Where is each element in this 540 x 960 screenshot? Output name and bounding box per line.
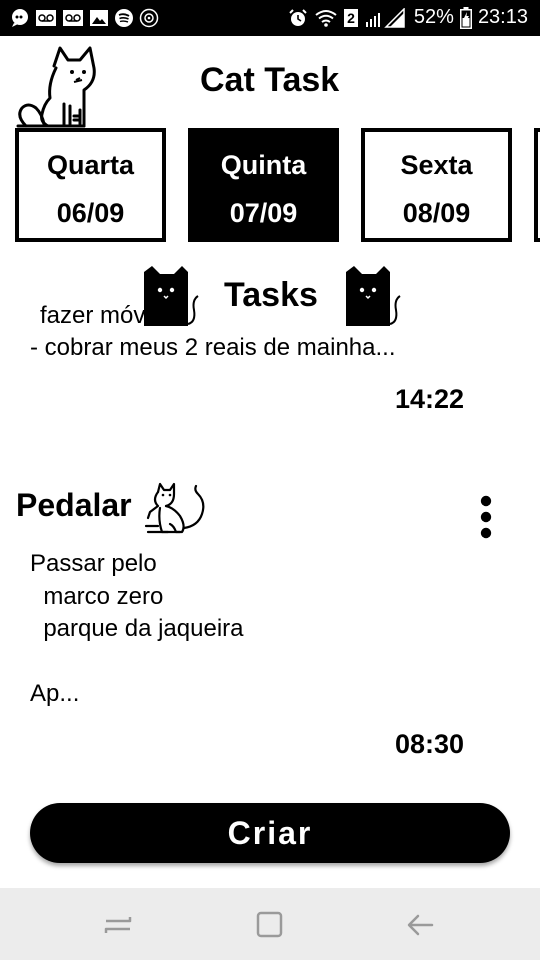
system-status: 2 52% 23:13 — [288, 6, 528, 29]
spotify-icon — [115, 9, 133, 27]
navigation-bar — [0, 888, 540, 960]
day-card-quinta[interactable]: Quinta 07/09 — [188, 128, 339, 242]
back-button[interactable] — [400, 908, 444, 942]
app-header: Cat Task — [0, 36, 540, 128]
day-name: Quinta — [220, 150, 307, 180]
image-icon — [90, 10, 108, 26]
more-options-button[interactable] — [472, 494, 500, 540]
voicemail-icon — [63, 10, 83, 26]
tasks-title: Tasks — [224, 276, 318, 315]
tasks-header: Tasks — [0, 250, 540, 330]
battery-percent: 52% — [413, 6, 454, 28]
wifi-icon — [315, 9, 337, 27]
day-card-sexta[interactable]: Sexta 08/09 — [361, 128, 512, 242]
task-body: Passar pelo marco zero parque da jaqueir… — [30, 550, 244, 707]
sitting-cat-logo-icon — [16, 46, 96, 128]
sync-icon — [139, 8, 159, 28]
task-title[interactable]: Pedalar — [16, 487, 132, 524]
status-bar: 2 52% 23:13 — [0, 0, 540, 36]
task-time: 08:30 — [394, 729, 464, 759]
day-name: Quarta — [46, 150, 135, 180]
day-card-quarta[interactable]: Quarta 06/09 — [15, 128, 166, 242]
app-title: Cat Task — [200, 61, 340, 99]
task-time: 14:22 — [394, 384, 464, 414]
notification-icons — [10, 8, 159, 28]
day-date: 08/09 — [402, 198, 471, 228]
clock: 23:13 — [477, 6, 528, 28]
recents-icon — [104, 917, 132, 933]
more-vert-icon — [480, 495, 492, 539]
signal-icon — [365, 7, 405, 28]
sim-badge: 2 — [344, 8, 358, 27]
playing-cat-icon — [144, 482, 205, 534]
day-name: Sexta — [400, 150, 473, 180]
voicemail-icon — [36, 10, 56, 26]
day-card-next[interactable] — [534, 128, 540, 242]
home-button[interactable] — [248, 906, 292, 944]
back-icon — [407, 914, 434, 936]
black-cat-icon — [144, 266, 199, 326]
create-task-button[interactable]: Criar — [30, 803, 510, 863]
battery-icon — [459, 6, 472, 29]
task-list[interactable]: fazer móvel; - cobrar meus 2 reais de ma… — [0, 250, 540, 890]
task-body: - cobrar meus 2 reais de mainha... — [30, 334, 396, 361]
day-date: 07/09 — [229, 198, 298, 228]
alarm-icon — [289, 8, 307, 26]
day-selector: Quarta 06/09 Quinta 07/09 Sexta 08/09 — [0, 126, 540, 250]
home-icon — [256, 911, 283, 938]
chat-icon — [12, 9, 28, 27]
black-cat-icon — [346, 266, 401, 326]
recents-button[interactable] — [96, 908, 140, 942]
day-date: 06/09 — [56, 198, 125, 228]
